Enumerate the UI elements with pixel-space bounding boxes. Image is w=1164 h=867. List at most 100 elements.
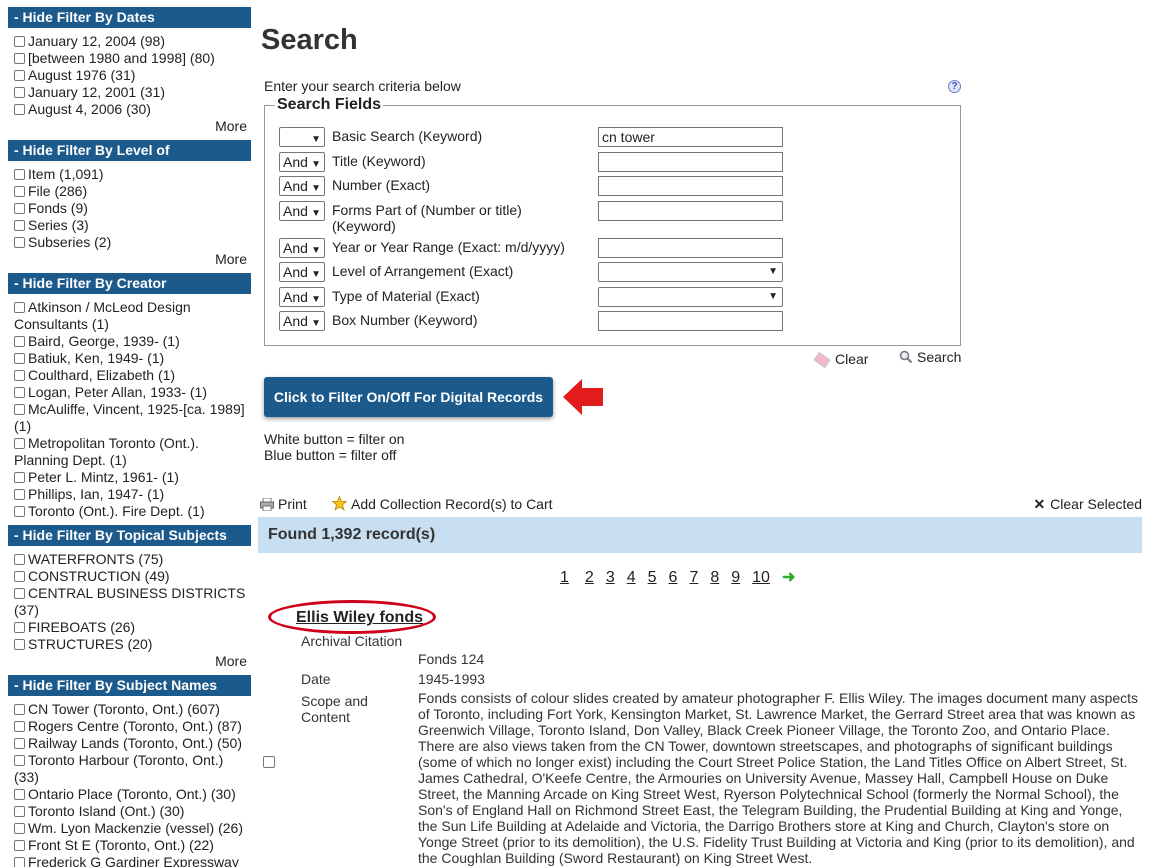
filter-item[interactable]: CONSTRUCTION (49) (8, 568, 251, 585)
checkbox[interactable] (14, 806, 25, 817)
operator-select[interactable]: And ▼ (279, 238, 325, 258)
level-select[interactable]: ▼ (598, 262, 783, 282)
basic-search-input[interactable]: cn tower (598, 127, 783, 147)
operator-select[interactable]: And ▼ (279, 287, 325, 307)
filter-item[interactable]: Baird, George, 1939- (1) (8, 333, 251, 350)
filter-item[interactable]: Phillips, Ian, 1947- (1) (8, 486, 251, 503)
record-title-link[interactable]: Ellis Wiley fonds (296, 609, 423, 627)
filter-item[interactable]: McAuliffe, Vincent, 1925-[ca. 1989] (1) (8, 401, 251, 435)
checkbox[interactable] (14, 53, 25, 64)
page-link[interactable]: 4 (627, 569, 636, 586)
checkbox[interactable] (14, 639, 25, 650)
checkbox[interactable] (14, 472, 25, 483)
box-number-input[interactable] (598, 311, 783, 331)
filter-item[interactable]: Frederick G Gardiner Expressway (Toronto… (8, 854, 251, 867)
filter-header-dates[interactable]: - Hide Filter By Dates (8, 7, 251, 28)
filter-item[interactable]: August 1976 (31) (8, 67, 251, 84)
search-button[interactable]: Search (899, 349, 961, 365)
material-select[interactable]: ▼ (598, 287, 783, 307)
more-link[interactable]: More (8, 251, 251, 268)
checkbox[interactable] (14, 220, 25, 231)
checkbox[interactable] (14, 302, 25, 313)
filter-item[interactable]: Rogers Centre (Toronto, Ont.) (87) (8, 718, 251, 735)
filter-item[interactable]: Coulthard, Elizabeth (1) (8, 367, 251, 384)
filter-header-creator[interactable]: - Hide Filter By Creator (8, 273, 251, 294)
checkbox[interactable] (14, 755, 25, 766)
checkbox[interactable] (14, 857, 25, 867)
filter-item[interactable]: Metropolitan Toronto (Ont.). Planning De… (8, 435, 251, 469)
operator-select[interactable]: ▼ (279, 127, 325, 147)
page-link[interactable]: 6 (669, 569, 678, 586)
filter-item[interactable]: Railway Lands (Toronto, Ont.) (50) (8, 735, 251, 752)
filter-item[interactable]: WATERFRONTS (75) (8, 551, 251, 568)
filter-item[interactable]: August 4, 2006 (30) (8, 101, 251, 118)
more-link[interactable]: More (8, 653, 251, 670)
checkbox[interactable] (14, 489, 25, 500)
page-link[interactable]: 5 (648, 569, 657, 586)
checkbox[interactable] (14, 203, 25, 214)
clear-selected-button[interactable]: ✕ Clear Selected (1033, 496, 1142, 513)
clear-button[interactable]: Clear (813, 351, 868, 369)
forms-part-input[interactable] (598, 201, 783, 221)
number-input[interactable] (598, 176, 783, 196)
checkbox[interactable] (14, 588, 25, 599)
checkbox[interactable] (14, 237, 25, 248)
filter-item[interactable]: Logan, Peter Allan, 1933- (1) (8, 384, 251, 401)
filter-item[interactable]: STRUCTURES (20) (8, 636, 251, 653)
checkbox[interactable] (14, 370, 25, 381)
checkbox[interactable] (14, 186, 25, 197)
checkbox[interactable] (14, 353, 25, 364)
record-checkbox[interactable] (263, 756, 275, 768)
page-link[interactable]: 9 (731, 569, 740, 586)
add-to-cart-button[interactable]: Add Collection Record(s) to Cart (331, 495, 553, 512)
checkbox[interactable] (14, 169, 25, 180)
filter-item[interactable]: Subseries (2) (8, 234, 251, 251)
filter-item[interactable]: Atkinson / McLeod Design Consultants (1) (8, 299, 251, 333)
title-input[interactable] (598, 152, 783, 172)
page-link[interactable]: 10 (752, 569, 770, 586)
checkbox[interactable] (14, 404, 25, 415)
filter-item[interactable]: CENTRAL BUSINESS DISTRICTS (37) (8, 585, 251, 619)
filter-item[interactable]: January 12, 2004 (98) (8, 33, 251, 50)
print-button[interactable]: Print (260, 496, 307, 512)
operator-select[interactable]: And ▼ (279, 201, 325, 221)
filter-item[interactable]: [between 1980 and 1998] (80) (8, 50, 251, 67)
filter-item[interactable]: Toronto Island (Ont.) (30) (8, 803, 251, 820)
page-link[interactable]: 2 (585, 569, 594, 586)
next-arrow-icon[interactable]: ➜ (782, 569, 795, 586)
checkbox[interactable] (14, 87, 25, 98)
filter-item[interactable]: Wm. Lyon Mackenzie (vessel) (26) (8, 820, 251, 837)
filter-item[interactable]: Toronto Harbour (Toronto, Ont.) (33) (8, 752, 251, 786)
page-link[interactable]: 1 (552, 569, 573, 586)
digital-records-filter-button[interactable]: Click to Filter On/Off For Digital Recor… (264, 377, 553, 417)
checkbox[interactable] (14, 738, 25, 749)
checkbox[interactable] (14, 70, 25, 81)
filter-item[interactable]: January 12, 2001 (31) (8, 84, 251, 101)
filter-item[interactable]: Ontario Place (Toronto, Ont.) (30) (8, 786, 251, 803)
page-link[interactable]: 8 (710, 569, 719, 586)
checkbox[interactable] (14, 721, 25, 732)
filter-item[interactable]: Batiuk, Ken, 1949- (1) (8, 350, 251, 367)
page-link[interactable]: 3 (606, 569, 615, 586)
filter-item[interactable]: Toronto (Ont.). Fire Dept. (1) (8, 503, 251, 520)
checkbox[interactable] (14, 704, 25, 715)
operator-select[interactable]: And ▼ (279, 311, 325, 331)
filter-item[interactable]: File (286) (8, 183, 251, 200)
checkbox[interactable] (14, 506, 25, 517)
operator-select[interactable]: And ▼ (279, 152, 325, 172)
page-link[interactable]: 7 (689, 569, 698, 586)
checkbox[interactable] (14, 438, 25, 449)
filter-item[interactable]: Front St E (Toronto, Ont.) (22) (8, 837, 251, 854)
more-link[interactable]: More (8, 118, 251, 135)
checkbox[interactable] (14, 336, 25, 347)
filter-header-level[interactable]: - Hide Filter By Level of Description (8, 140, 251, 175)
checkbox[interactable] (14, 36, 25, 47)
checkbox[interactable] (14, 104, 25, 115)
year-input[interactable] (598, 238, 783, 258)
operator-select[interactable]: And ▼ (279, 176, 325, 196)
checkbox[interactable] (14, 622, 25, 633)
help-icon[interactable]: ? (948, 80, 961, 93)
filter-item[interactable]: FIREBOATS (26) (8, 619, 251, 636)
filter-item[interactable]: Fonds (9) (8, 200, 251, 217)
checkbox[interactable] (14, 823, 25, 834)
